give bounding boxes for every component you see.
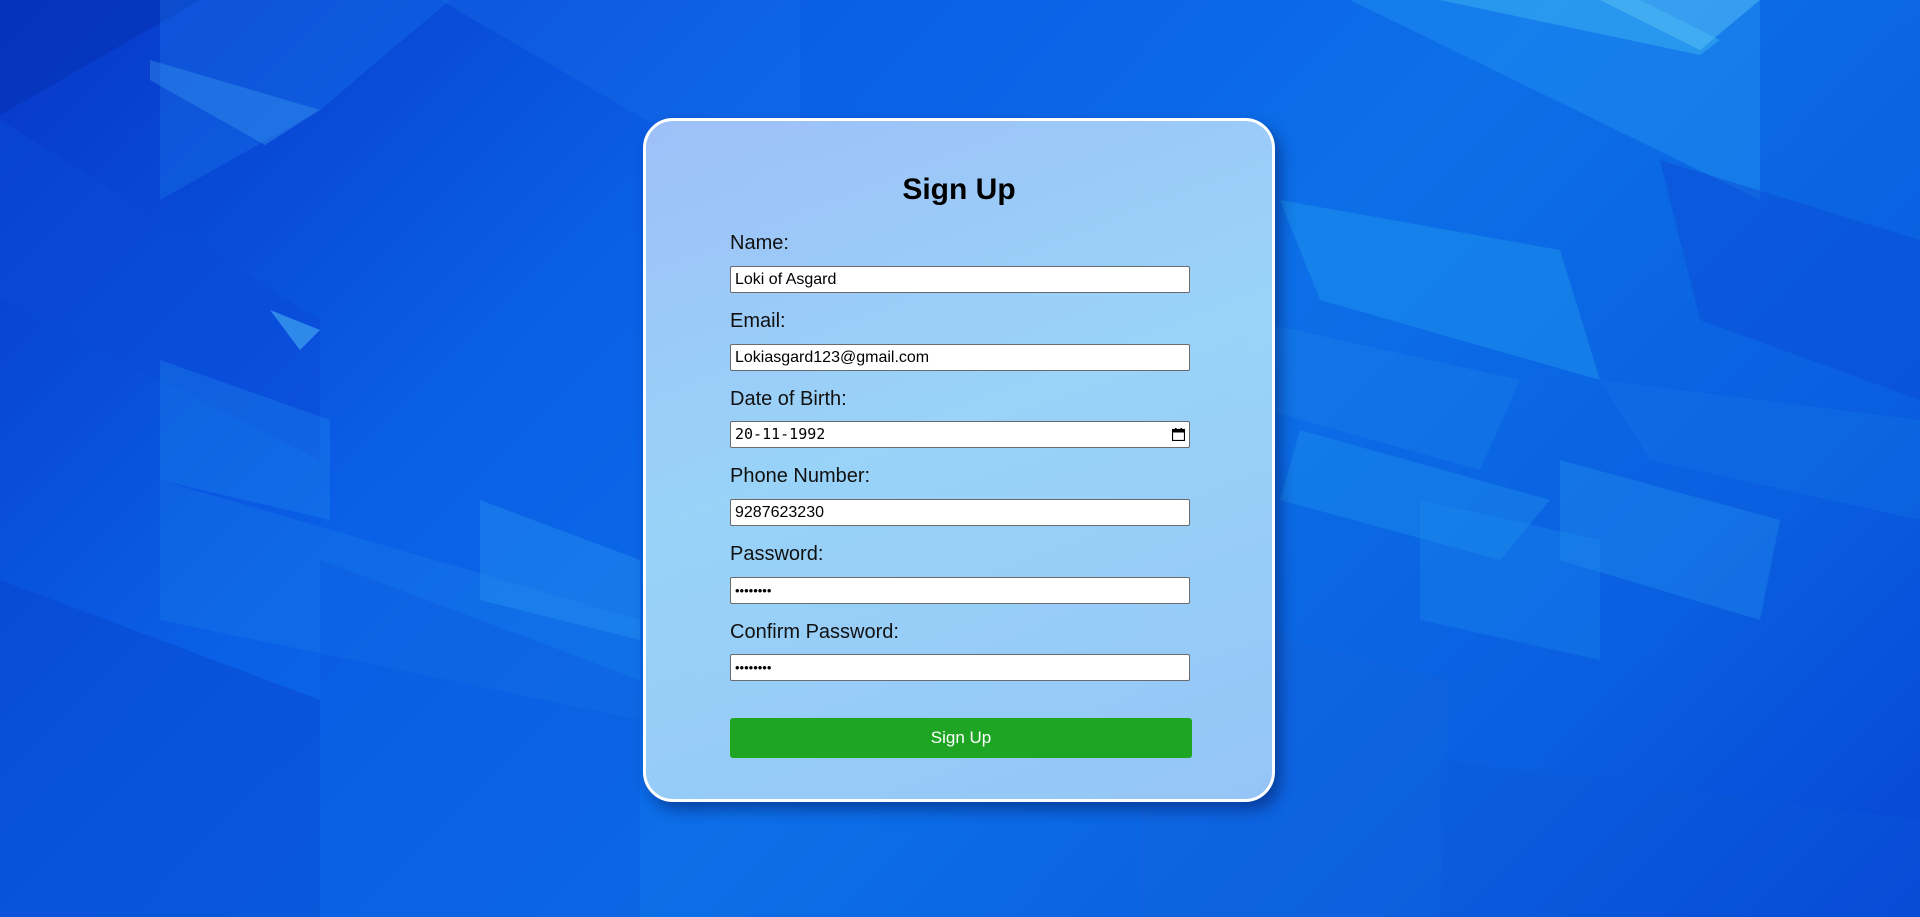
phone-label: Phone Number:: [730, 465, 871, 487]
form-title: Sign Up: [902, 173, 1016, 206]
password-label: Password:: [730, 543, 824, 565]
confirm-password-label: Confirm Password:: [730, 621, 899, 643]
dob-field[interactable]: 20-11-1992: [730, 421, 1190, 448]
name-label: Name:: [730, 232, 789, 254]
password-field[interactable]: ••••••••: [730, 577, 1190, 604]
email-field[interactable]: Lokiasgard123@gmail.com: [730, 344, 1190, 371]
confirm-password-field[interactable]: ••••••••: [730, 654, 1190, 681]
name-field[interactable]: Loki of Asgard: [730, 266, 1190, 293]
email-label: Email:: [730, 310, 786, 332]
signup-card: Sign Up Name: Loki of Asgard Email: Loki…: [643, 118, 1275, 802]
calendar-icon[interactable]: [1172, 428, 1185, 441]
dob-value: 20-11-1992: [735, 425, 826, 443]
phone-field[interactable]: 9287623230: [730, 499, 1190, 526]
sign-up-button[interactable]: Sign Up: [730, 718, 1192, 758]
dob-label: Date of Birth:: [730, 388, 847, 410]
